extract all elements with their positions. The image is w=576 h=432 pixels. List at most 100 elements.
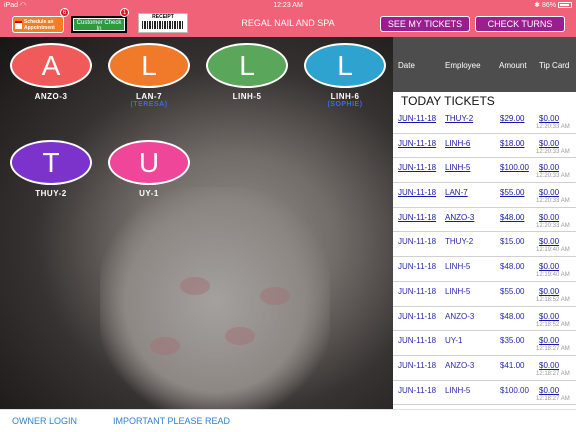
battery-icon [558,2,572,8]
ticket-employee[interactable]: LINH-5 [445,163,470,172]
ticket-row[interactable]: JUN-11-18 LINH-5 $100.00 $0.00 12:20:33 AM [393,158,576,184]
schedule-appointment-button[interactable]: Schedule an Appointment [12,16,64,33]
ticket-date[interactable]: JUN-11-18 [398,188,436,197]
ticket-row[interactable]: JUN-11-18 LINH-5 $100.00 $0.00 12:18:27 AM [393,381,576,406]
employee-initial: L [108,43,190,88]
ticket-time: 12:20:33 AM [536,222,570,229]
employee-name: LINH-5 [232,92,262,101]
employee-tile-lan-7[interactable]: L LAN-7 (TERESA) [108,43,190,108]
ticket-tip[interactable]: $0.00 [539,336,559,345]
ticket-tip[interactable]: $0.00 [539,188,559,197]
ticket-date[interactable]: JUN-11-18 [398,287,436,296]
ticket-time: 12:20:33 AM [536,148,570,155]
ticket-date[interactable]: JUN-11-18 [398,361,436,370]
ticket-row[interactable]: JUN-11-18 THUY-2 $29.00 $0.00 12:20:33 AM [393,109,576,134]
ticket-row[interactable]: JUN-11-18 THUY-2 $15.00 $0.00 12:19:40 AM [393,232,576,258]
ticket-amount[interactable]: $48.00 [500,213,524,222]
ticket-date[interactable]: JUN-11-18 [398,336,436,345]
column-header-tip-card: Tip Card [539,61,570,70]
ticket-amount[interactable]: $55.00 [500,287,524,296]
ticket-amount[interactable]: $100.00 [500,386,529,395]
ticket-row[interactable]: JUN-11-18 ANZO-3 $48.00 $0.00 12:18:52 AM [393,307,576,332]
ticket-date[interactable]: JUN-11-18 [398,262,436,271]
ticket-tip[interactable]: $0.00 [539,287,559,296]
see-my-tickets-button[interactable]: SEE MY TICKETS [380,16,470,32]
ticket-row[interactable]: JUN-11-18 ANZO-3 $48.00 $0.00 12:20:33 AM [393,208,576,233]
ticket-tip[interactable]: $0.00 [539,237,559,246]
ticket-employee[interactable]: ANZO-3 [445,361,474,370]
ticket-tip[interactable]: $0.00 [539,312,559,321]
ticket-tip[interactable]: $0.00 [539,163,559,172]
ticket-date[interactable]: JUN-11-18 [398,139,436,148]
tickets-list: JUN-11-18 THUY-2 $29.00 $0.00 12:20:33 AM JUN… [393,109,576,406]
ticket-amount[interactable]: $55.00 [500,188,524,197]
employee-tile-uy-1[interactable]: U UY-1 [108,140,190,198]
ticket-time: 12:19:40 AM [536,247,570,254]
app-root: iPad ◠ 12:23 AM ✱ 86% Schedule an Appoin… [0,0,576,432]
ticket-tip[interactable]: $0.00 [539,213,559,222]
employee-tile-anzo-3[interactable]: A ANZO-3 [10,43,92,101]
column-header-employee: Employee [445,61,481,70]
ticket-date[interactable]: JUN-11-18 [398,386,436,395]
ticket-tip[interactable]: $0.00 [539,114,559,123]
column-header-date: Date [398,61,415,70]
ticket-row[interactable]: JUN-11-18 LINH-6 $18.00 $0.00 12:20:33 AM [393,134,576,159]
ticket-amount[interactable]: $41.00 [500,361,524,370]
employee-tile-thuy-2[interactable]: T THUY-2 [10,140,92,198]
ticket-row[interactable]: JUN-11-18 UY-1 $35.00 $0.00 12:18:27 AM [393,331,576,356]
tickets-panel: Date Employee Amount Tip Card TODAY TICK… [393,37,576,409]
ticket-tip[interactable]: $0.00 [539,262,559,271]
ticket-row[interactable]: JUN-11-18 LINH-5 $48.00 $0.00 12:19:40 AM [393,257,576,282]
ticket-tip[interactable]: $0.00 [539,386,559,395]
ticket-row[interactable]: JUN-11-18 LAN-7 $55.00 $0.00 12:20:33 AM [393,183,576,208]
app-header: Schedule an Appointment 6 Customer Check… [0,8,576,37]
receipt-button[interactable]: RECEIPT [138,13,188,33]
ticket-amount[interactable]: $100.00 [500,163,529,172]
employee-initial: T [10,140,92,185]
ticket-amount[interactable]: $15.00 [500,237,524,246]
bluetooth-icon: ✱ [534,2,541,9]
receipt-label: RECEIPT [152,14,174,20]
employee-initial: A [10,43,92,88]
footer-bar: OWNER LOGIN IMPORTANT PLEASE READ [0,409,576,432]
ticket-row[interactable]: JUN-11-18 LINH-5 $55.00 $0.00 12:18:52 AM [393,282,576,307]
ticket-date[interactable]: JUN-11-18 [398,163,436,172]
ticket-time: 12:18:27 AM [536,370,570,377]
ticket-amount[interactable]: $18.00 [500,139,524,148]
ticket-tip[interactable]: $0.00 [539,139,559,148]
ticket-employee[interactable]: UY-1 [445,336,463,345]
ticket-amount[interactable]: $48.00 [500,262,524,271]
customer-checkin-button[interactable]: Customer Check In [71,16,127,33]
ticket-date[interactable]: JUN-11-18 [398,237,436,246]
check-turns-button[interactable]: CHECK TURNS [475,16,565,32]
ticket-amount[interactable]: $48.00 [500,312,524,321]
ticket-employee[interactable]: THUY-2 [445,237,473,246]
customer-checkin-label: Customer Check In [73,18,125,32]
ticket-date[interactable]: JUN-11-18 [398,312,436,321]
ticket-date[interactable]: JUN-11-18 [398,114,436,123]
barcode-icon [142,21,184,29]
ticket-row[interactable]: JUN-11-18 ANZO-3 $41.00 $0.00 12:18:27 AM [393,356,576,381]
ticket-time: 12:18:27 AM [536,346,570,353]
ticket-employee[interactable]: LINH-5 [445,386,470,395]
status-bar: iPad ◠ 12:23 AM ✱ 86% [0,0,576,11]
employee-name: LINH-6 [330,92,360,101]
owner-login-link[interactable]: OWNER LOGIN [12,416,77,426]
ticket-amount[interactable]: $29.00 [500,114,524,123]
ticket-date[interactable]: JUN-11-18 [398,213,436,222]
ticket-employee[interactable]: LINH-5 [445,262,470,271]
ticket-employee[interactable]: ANZO-3 [445,312,474,321]
ticket-tip[interactable]: $0.00 [539,361,559,370]
employee-initial: L [304,43,386,88]
ticket-amount[interactable]: $35.00 [500,336,524,345]
important-read-link[interactable]: IMPORTANT PLEASE READ [113,416,230,426]
ticket-employee[interactable]: LINH-6 [445,139,470,148]
ticket-employee[interactable]: THUY-2 [445,114,473,123]
employee-tile-linh-6[interactable]: L LINH-6 (SOPHIE) [304,43,386,108]
ticket-employee[interactable]: ANZO-3 [445,213,474,222]
ticket-employee[interactable]: LINH-5 [445,287,470,296]
battery-status: ✱ 86% [534,0,572,11]
employee-name: ANZO-3 [34,92,68,101]
employee-tile-linh-5[interactable]: L LINH-5 [206,43,288,101]
ticket-employee[interactable]: LAN-7 [445,188,468,197]
